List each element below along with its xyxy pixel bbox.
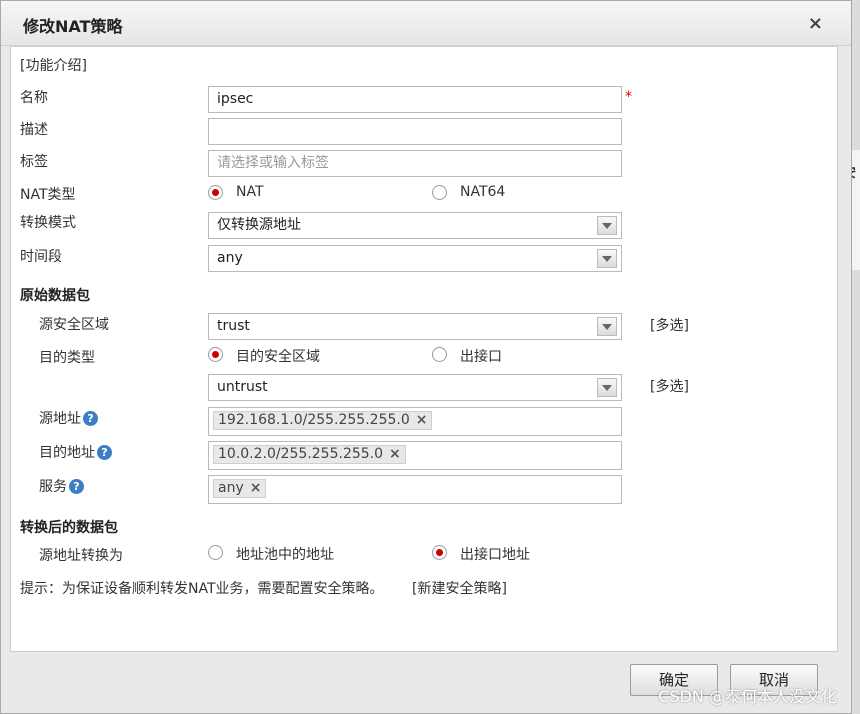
chevron-down-icon[interactable] [597,378,617,397]
description-label: 描述 [20,122,48,138]
destination-type-zone-radio[interactable] [208,347,223,362]
destination-type-label: 目的类型 [39,350,95,366]
service-label: 服务? [39,476,84,496]
outgoing-interface-label: 出接口地址 [460,547,530,563]
destination-address-label-text: 目的地址 [39,445,95,461]
service-chip-text: any [218,480,244,496]
source-address-chip: 192.168.1.0/255.255.255.0 × [213,411,433,430]
dialog-titlebar: 修改NAT策略 × [1,1,851,46]
required-mark: * [625,89,632,105]
description-input[interactable] [208,118,622,145]
watermark: CSDN @泰何本人没文化 [658,687,837,706]
time-select[interactable]: any [208,245,622,272]
chevron-down-icon[interactable] [597,249,617,268]
source-address-label: 源地址? [39,408,98,428]
help-icon[interactable]: ? [83,411,98,426]
source-address-label-text: 源地址 [39,411,81,427]
destination-address-chip: 10.0.2.0/255.255.255.0 × [213,445,406,464]
help-icon[interactable]: ? [69,479,84,494]
chevron-down-icon[interactable] [597,317,617,336]
mode-label: 转换模式 [20,215,76,231]
destination-type-interface-label: 出接口 [460,349,502,365]
service-label-text: 服务 [39,479,67,495]
intro-link[interactable]: [功能介绍] [20,55,87,75]
new-security-policy-link[interactable]: [新建安全策略] [412,578,507,598]
translated-packet-heading: 转换后的数据包 [20,520,118,536]
dialog-content: [功能介绍] 名称 ipsec * 描述 标签 请选择或输入标签 NAT类型 N… [10,46,838,652]
source-zone-multiselect-link[interactable]: [多选] [650,315,689,335]
source-translation-label: 源地址转换为 [39,548,123,564]
mode-select-value: 仅转换源地址 [217,217,301,233]
nat-type-nat64-radio[interactable] [432,185,447,200]
nat-policy-dialog: 修改NAT策略 × [功能介绍] 名称 ipsec * 描述 标签 请选择或输入… [0,0,852,714]
address-pool-radio[interactable] [208,545,223,560]
nat-type-nat64-label: NAT64 [460,184,506,200]
nat-type-nat-radio[interactable] [208,185,223,200]
remove-chip-icon[interactable]: × [250,480,262,496]
tag-input[interactable]: 请选择或输入标签 [208,150,622,177]
hint-text: 提示：为保证设备顺利转发NAT业务，需要配置安全策略。 [20,581,384,597]
destination-zone-multiselect-link[interactable]: [多选] [650,376,689,396]
destination-address-chip-text: 10.0.2.0/255.255.255.0 [218,446,384,462]
chevron-down-icon[interactable] [597,216,617,235]
nat-type-nat-label: NAT [236,184,264,200]
source-zone-select[interactable]: trust [208,313,622,340]
dialog-title: 修改NAT策略 [23,17,123,36]
mode-select[interactable]: 仅转换源地址 [208,212,622,239]
destination-address-input[interactable]: 10.0.2.0/255.255.255.0 × [208,441,622,470]
name-input[interactable]: ipsec [208,86,622,113]
destination-type-zone-label: 目的安全区域 [236,349,320,365]
nat-type-label: NAT类型 [20,187,76,203]
tag-label: 标签 [20,154,48,170]
destination-type-interface-radio[interactable] [432,347,447,362]
help-icon[interactable]: ? [97,445,112,460]
remove-chip-icon[interactable]: × [389,446,401,462]
destination-zone-value: untrust [217,379,268,395]
source-zone-label: 源安全区域 [39,317,109,333]
source-address-chip-text: 192.168.1.0/255.255.255.0 [218,412,410,428]
name-label: 名称 [20,90,48,106]
time-label: 时间段 [20,249,62,265]
remove-chip-icon[interactable]: × [416,412,428,428]
service-chip: any × [213,479,267,498]
outgoing-interface-radio[interactable] [432,545,447,560]
close-icon[interactable]: × [808,13,823,34]
original-packet-heading: 原始数据包 [20,288,90,304]
time-select-value: any [217,250,243,266]
service-input[interactable]: any × [208,475,622,504]
source-address-input[interactable]: 192.168.1.0/255.255.255.0 × [208,407,622,436]
source-zone-value: trust [217,318,250,334]
address-pool-label: 地址池中的地址 [236,547,334,563]
destination-address-label: 目的地址? [39,442,112,462]
destination-zone-select[interactable]: untrust [208,374,622,401]
